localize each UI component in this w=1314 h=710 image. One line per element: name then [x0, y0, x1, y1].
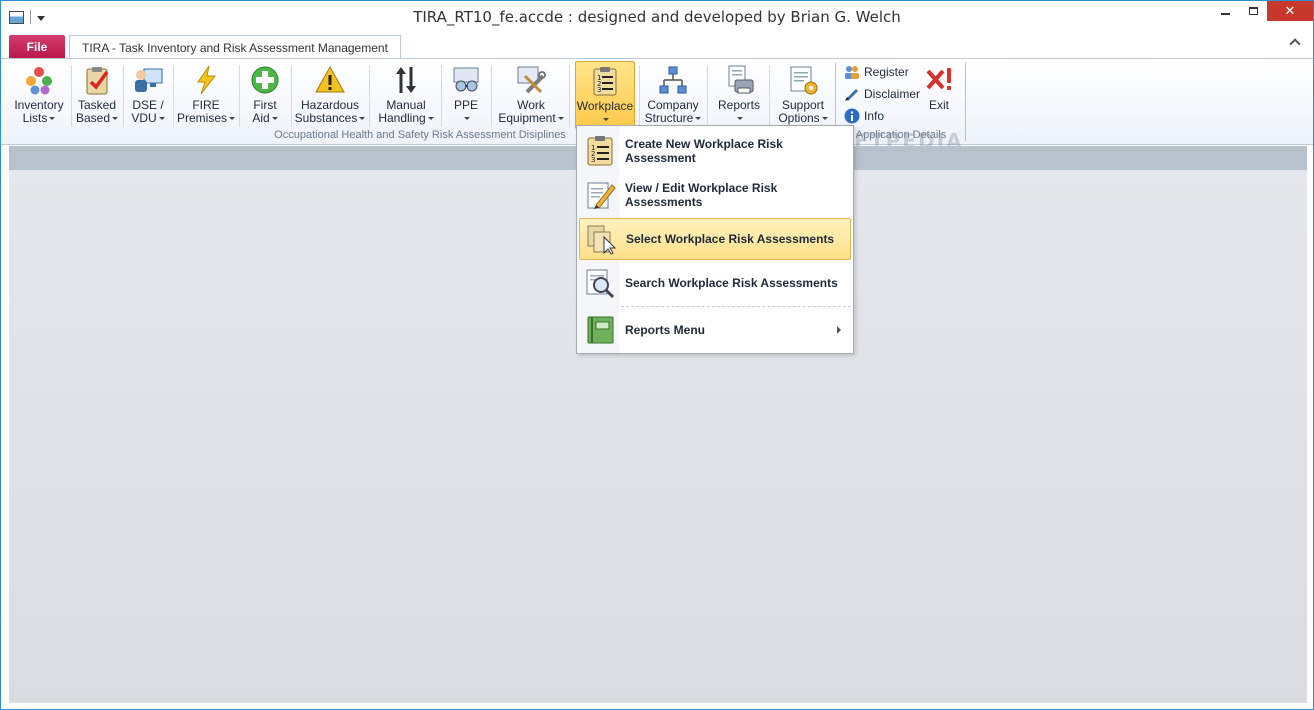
fire-premises-button[interactable]: FIRE Premises	[177, 61, 236, 129]
ribbon-separator	[291, 65, 292, 127]
dse-vdu-button[interactable]: DSE / VDU	[127, 61, 169, 129]
inventory-bubbles-icon	[23, 64, 55, 96]
menu-item-select[interactable]: Select Workplace Risk Assessments	[579, 218, 851, 260]
minimize-button[interactable]	[1211, 1, 1239, 21]
reports-button[interactable]: Reports	[713, 61, 765, 129]
maximize-icon	[1248, 7, 1258, 15]
svg-text:3: 3	[591, 156, 595, 164]
disclaimer-button[interactable]: Disclaimer	[844, 84, 920, 104]
svg-text:3: 3	[597, 86, 601, 94]
ribbon-separator	[239, 65, 240, 127]
up-down-arrows-icon	[390, 64, 422, 96]
warning-triangle-icon	[314, 64, 346, 96]
group-separator	[965, 63, 966, 141]
menu-item-label: Select Workplace Risk Assessments	[626, 232, 835, 246]
first-aid-label: First Aid	[252, 98, 278, 125]
edit-pencil-icon	[584, 179, 616, 211]
menu-item-create-new[interactable]: 123 Create New Workplace Risk Assessment	[579, 130, 851, 172]
inventory-lists-button[interactable]: Inventory Lists	[11, 61, 67, 129]
checklist-icon: 123	[584, 135, 616, 167]
menu-item-view-edit[interactable]: View / Edit Workplace Risk Assessments	[579, 174, 851, 216]
ribbon-separator	[707, 65, 708, 127]
ribbon-separator	[769, 65, 770, 127]
first-aid-button[interactable]: First Aid	[245, 61, 285, 129]
menu-item-search[interactable]: Search Workplace Risk Assessments	[579, 262, 851, 304]
work-equipment-button[interactable]: Work Equipment	[497, 61, 565, 129]
menu-item-reports[interactable]: Reports Menu	[579, 309, 851, 351]
info-label: Info	[864, 109, 885, 123]
dse-vdu-label: DSE / VDU	[131, 98, 165, 125]
green-plus-icon	[249, 64, 281, 96]
select-cursor-icon	[585, 223, 617, 255]
register-label: Register	[864, 65, 909, 79]
support-options-label: Support Options	[778, 99, 828, 125]
ribbon-separator	[441, 65, 442, 127]
computer-user-icon	[132, 64, 164, 96]
workplace-checklist-icon: 123	[589, 65, 621, 97]
magnifier-icon	[584, 267, 616, 299]
inventory-lists-label: Inventory Lists	[14, 98, 64, 125]
maximize-button[interactable]	[1239, 1, 1267, 21]
info-icon	[844, 108, 860, 124]
disclaimer-label: Disclaimer	[864, 87, 921, 101]
ppe-label: PPE	[454, 99, 478, 125]
disclaimer-pen-icon	[844, 86, 860, 102]
ribbon-separator	[123, 65, 124, 127]
lightning-bolt-icon	[190, 64, 222, 96]
company-structure-button[interactable]: Company Structure	[643, 61, 703, 129]
ribbon-separator	[639, 65, 640, 127]
tasked-based-button[interactable]: Tasked Based	[74, 61, 120, 129]
fire-premises-label: FIRE Premises	[177, 99, 236, 125]
title-bar: TIRA_RT10_fe.accde : designed and develo…	[1, 1, 1313, 34]
info-button[interactable]: Info	[844, 106, 884, 126]
exit-button[interactable]: Exit	[921, 61, 957, 129]
workplace-button[interactable]: 123 Workplace	[575, 61, 635, 129]
clipboard-check-icon	[81, 64, 113, 96]
hazardous-substances-button[interactable]: Hazardous Substances	[295, 61, 366, 129]
ribbon-separator	[491, 65, 492, 127]
minimize-icon	[1220, 13, 1230, 15]
tools-icon	[515, 64, 547, 96]
tab-tira[interactable]: TIRA - Task Inventory and Risk Assessmen…	[69, 35, 401, 59]
workplace-dropdown-menu: 123 Create New Workplace Risk Assessment…	[576, 125, 854, 354]
close-button[interactable]: ✕	[1267, 1, 1313, 21]
tab-file[interactable]: File	[9, 35, 65, 58]
workplace-label: Workplace	[577, 100, 633, 126]
menu-item-label: View / Edit Workplace Risk Assessments	[625, 181, 778, 209]
reports-label: Reports	[718, 99, 760, 125]
printer-report-icon	[723, 64, 755, 96]
ribbon-separator	[173, 65, 174, 127]
work-equipment-label: Work Equipment	[498, 99, 564, 125]
menu-item-label: Search Workplace Risk Assessments	[625, 276, 838, 290]
app-window: TIRA_RT10_fe.accde : designed and develo…	[0, 0, 1314, 710]
hazardous-substances-label: Hazardous Substances	[295, 99, 366, 125]
menu-item-label: Reports Menu	[625, 323, 706, 337]
ppe-button[interactable]: PPE	[447, 61, 485, 129]
menu-item-label: Create New Workplace Risk Assessment	[625, 137, 783, 165]
green-book-icon	[584, 314, 616, 346]
org-chart-icon	[657, 64, 689, 96]
ribbon-tabs: File TIRA - Task Inventory and Risk Asse…	[1, 34, 1313, 59]
support-options-button[interactable]: Support Options	[775, 61, 831, 129]
collapse-ribbon-icon[interactable]	[1289, 38, 1301, 50]
ribbon-separator	[71, 65, 72, 127]
window-title: TIRA_RT10_fe.accde : designed and develo…	[413, 8, 901, 26]
company-structure-label: Company Structure	[645, 99, 702, 125]
close-icon: ✕	[1284, 3, 1296, 18]
menu-separator	[621, 306, 851, 307]
manual-handling-label: Manual Handling	[378, 99, 434, 125]
register-button[interactable]: Register	[844, 62, 909, 82]
safety-goggles-icon	[450, 64, 482, 96]
window-controls: ✕	[1211, 1, 1313, 21]
exit-label: Exit	[928, 98, 949, 112]
ribbon-separator	[369, 65, 370, 127]
exit-x-icon	[923, 64, 955, 96]
tasked-based-label: Tasked Based	[75, 98, 119, 125]
submenu-arrow-icon	[837, 326, 841, 334]
register-users-icon	[844, 64, 860, 80]
manual-handling-button[interactable]: Manual Handling	[375, 61, 437, 129]
settings-document-icon	[787, 64, 819, 96]
ribbon-separator	[569, 65, 570, 127]
